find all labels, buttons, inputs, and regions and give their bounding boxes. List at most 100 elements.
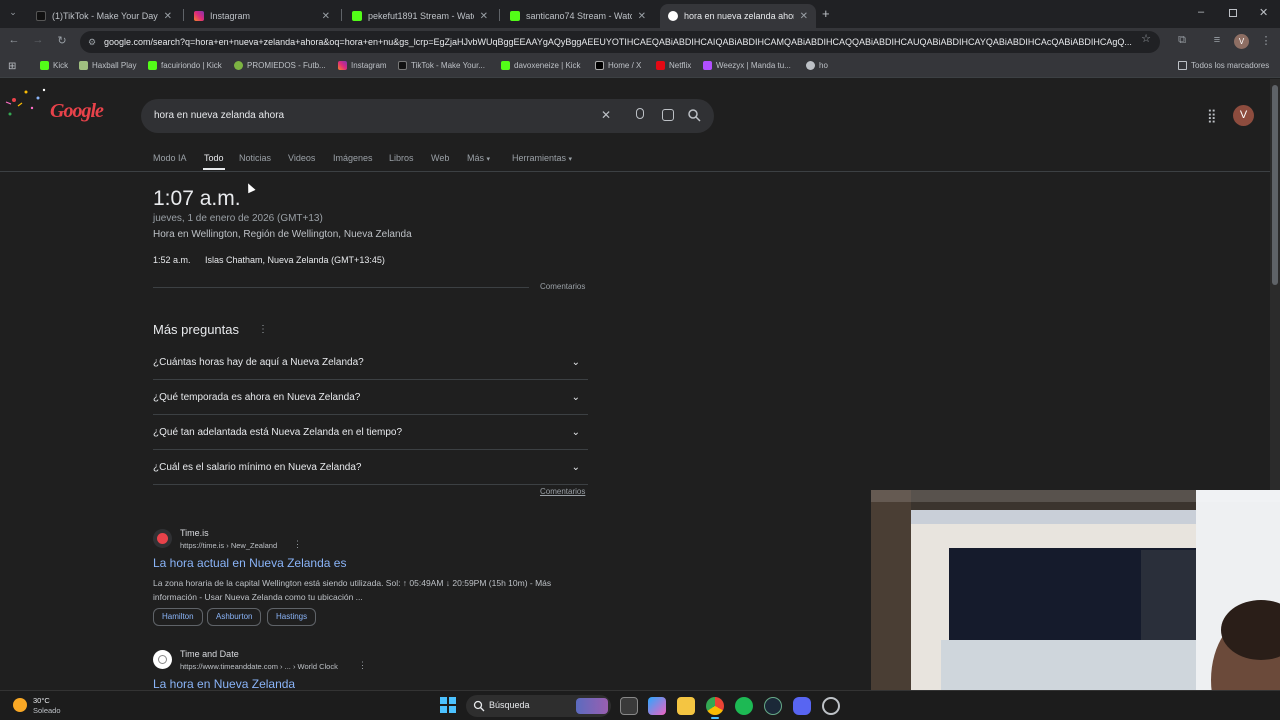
paa-question-text: ¿Cuántas horas hay de aquí a Nueva Zelan…: [153, 357, 364, 368]
all-bookmarks-folder[interactable]: Todos los marcadores: [1178, 61, 1269, 70]
task-view-icon[interactable]: [620, 697, 638, 715]
tab-news[interactable]: Noticias: [239, 153, 271, 163]
bookmark-label: Netflix: [669, 61, 692, 70]
close-tab-icon[interactable]: ✕: [638, 11, 646, 22]
bookmark-item[interactable]: PROMIEDOS - Futb...: [234, 61, 326, 70]
weather-temp[interactable]: 30°C: [33, 696, 50, 705]
forward-icon[interactable]: →: [30, 34, 46, 46]
bookmark-item[interactable]: davoxeneize | Kick: [501, 61, 581, 70]
tab-books[interactable]: Libros: [389, 153, 414, 163]
answer-divider: [153, 287, 529, 288]
clear-icon[interactable]: ✕: [601, 108, 611, 122]
site-info-icon[interactable]: ⚙: [88, 31, 96, 53]
new-tab-icon[interactable]: +: [822, 6, 830, 21]
paa-question[interactable]: ¿Cuántas horas hay de aquí a Nueva Zelan…: [153, 345, 588, 380]
chevron-down-icon: ⌄: [571, 392, 580, 403]
kick-icon: [510, 11, 520, 21]
tiktok-icon: [398, 61, 407, 70]
sitelink-chip[interactable]: Ashburton: [207, 608, 262, 626]
settings-gear-icon[interactable]: [822, 697, 840, 715]
tab-all[interactable]: Todo: [204, 153, 224, 163]
back-icon[interactable]: ←: [6, 34, 22, 46]
account-avatar[interactable]: V: [1233, 105, 1254, 126]
profile-avatar[interactable]: V: [1234, 34, 1249, 49]
chrome-icon[interactable]: [706, 697, 724, 715]
browser-tab-active[interactable]: hora en nueva zelanda ahora - E ✕: [660, 4, 816, 28]
search-icon[interactable]: [688, 109, 701, 122]
google-logo[interactable]: Google: [4, 84, 116, 128]
result-site-name: Time.is: [180, 528, 209, 538]
restore-icon[interactable]: [1229, 9, 1237, 17]
lens-icon[interactable]: [662, 109, 674, 121]
search-highlight-image: [576, 698, 608, 714]
tools-button[interactable]: Herramientas ▾: [512, 153, 572, 163]
bookmark-item[interactable]: Instagram: [338, 61, 387, 70]
bookmark-item[interactable]: Haxball Play: [79, 61, 136, 70]
paa-question[interactable]: ¿Qué temporada es ahora en Nueva Zelanda…: [153, 380, 588, 415]
bookmark-item[interactable]: TikTok - Make Your...: [398, 61, 485, 70]
bookmark-label: Haxball Play: [92, 61, 137, 70]
bookmark-item[interactable]: Netflix: [656, 61, 691, 70]
sitelink-chip[interactable]: Hastings: [267, 608, 317, 626]
close-tab-icon[interactable]: ✕: [800, 11, 808, 22]
close-tab-icon[interactable]: ✕: [164, 11, 172, 22]
browser-tab[interactable]: pekefut1891 Stream - Watch Li ✕: [344, 4, 496, 28]
tab-images[interactable]: Imágenes: [333, 153, 373, 163]
reload-icon[interactable]: ↻: [54, 34, 70, 47]
steam-icon[interactable]: [764, 697, 782, 715]
result-options-icon[interactable]: ⋮: [293, 539, 302, 550]
close-tab-icon[interactable]: ✕: [322, 11, 330, 22]
result-options-icon[interactable]: ⋮: [358, 660, 367, 671]
address-bar[interactable]: ⚙ google.com/search?q=hora+en+nueva+zela…: [80, 31, 1160, 53]
menu-kebab-icon[interactable]: ⋮: [1258, 34, 1274, 47]
search-box[interactable]: hora en nueva zelanda ahora ✕: [141, 99, 714, 133]
result-favicon: [153, 650, 172, 669]
tab-web[interactable]: Web: [431, 153, 449, 163]
bookmark-item[interactable]: ho: [806, 61, 828, 70]
tab-videos[interactable]: Videos: [288, 153, 315, 163]
result-title-link[interactable]: La hora en Nueva Zelanda: [153, 677, 295, 690]
tab-ai-mode[interactable]: Modo IA: [153, 153, 187, 163]
paa-feedback-link[interactable]: Comentarios: [540, 487, 585, 496]
tab-search-icon[interactable]: ⌄: [6, 7, 20, 21]
discord-icon[interactable]: [793, 697, 811, 715]
microphone-icon[interactable]: [636, 108, 644, 119]
browser-tab[interactable]: (1)TikTok - Make Your Day ✕: [28, 4, 180, 28]
apps-grid-icon[interactable]: ⊞: [8, 61, 16, 72]
extensions-icon[interactable]: ⧉: [1174, 34, 1190, 47]
close-tab-icon[interactable]: ✕: [480, 11, 488, 22]
bookmark-item[interactable]: Kick: [40, 61, 68, 70]
tab-strip: ⌄ (1)TikTok - Make Your Day ✕ Instagram …: [0, 0, 1280, 28]
paa-question[interactable]: ¿Cuál es el salario mínimo en Nueva Zela…: [153, 450, 588, 485]
close-window-icon[interactable]: ✕: [1259, 6, 1268, 19]
scrollbar-thumb[interactable]: [1272, 85, 1278, 285]
tab-title: (1)TikTok - Make Your Day: [52, 11, 158, 21]
bookmark-item[interactable]: Home / X: [595, 61, 641, 70]
result-title-link[interactable]: La hora actual en Nueva Zelanda es: [153, 556, 346, 570]
paa-question[interactable]: ¿Qué tan adelantada está Nueva Zelanda e…: [153, 415, 588, 450]
sitelink-chip[interactable]: Hamilton: [153, 608, 203, 626]
sun-icon[interactable]: [13, 698, 27, 712]
spotify-icon[interactable]: [735, 697, 753, 715]
windows-start-icon[interactable]: [440, 697, 456, 713]
minimize-icon[interactable]: –: [1198, 6, 1204, 18]
browser-tab[interactable]: santicano74 Stream - Watch Li ✕: [502, 4, 654, 28]
google-apps-icon[interactable]: ⣿: [1207, 108, 1217, 124]
bookmark-item[interactable]: facuiriondo | Kick: [148, 61, 222, 70]
chevron-down-icon: ⌄: [571, 357, 580, 368]
reading-list-icon[interactable]: ≡: [1209, 34, 1225, 46]
paa-question-text: ¿Qué temporada es ahora en Nueva Zelanda…: [153, 392, 361, 403]
browser-tab[interactable]: Instagram ✕: [186, 4, 338, 28]
feedback-link[interactable]: Comentarios: [540, 282, 585, 291]
taskbar-search[interactable]: Búsqueda: [466, 695, 611, 717]
bookmark-item[interactable]: Weezyx | Manda tu...: [703, 61, 791, 70]
instagram-icon: [338, 61, 347, 70]
file-explorer-icon[interactable]: [677, 697, 695, 715]
bookmark-star-icon[interactable]: ☆: [1140, 32, 1152, 45]
tab-more[interactable]: Más ▾: [467, 153, 490, 163]
copilot-icon[interactable]: [648, 697, 666, 715]
paa-options-icon[interactable]: ⋮: [258, 324, 268, 335]
weather-desc[interactable]: Soleado: [33, 706, 61, 715]
search-input[interactable]: hora en nueva zelanda ahora: [154, 110, 284, 121]
tab-title: hora en nueva zelanda ahora - E: [684, 11, 794, 21]
